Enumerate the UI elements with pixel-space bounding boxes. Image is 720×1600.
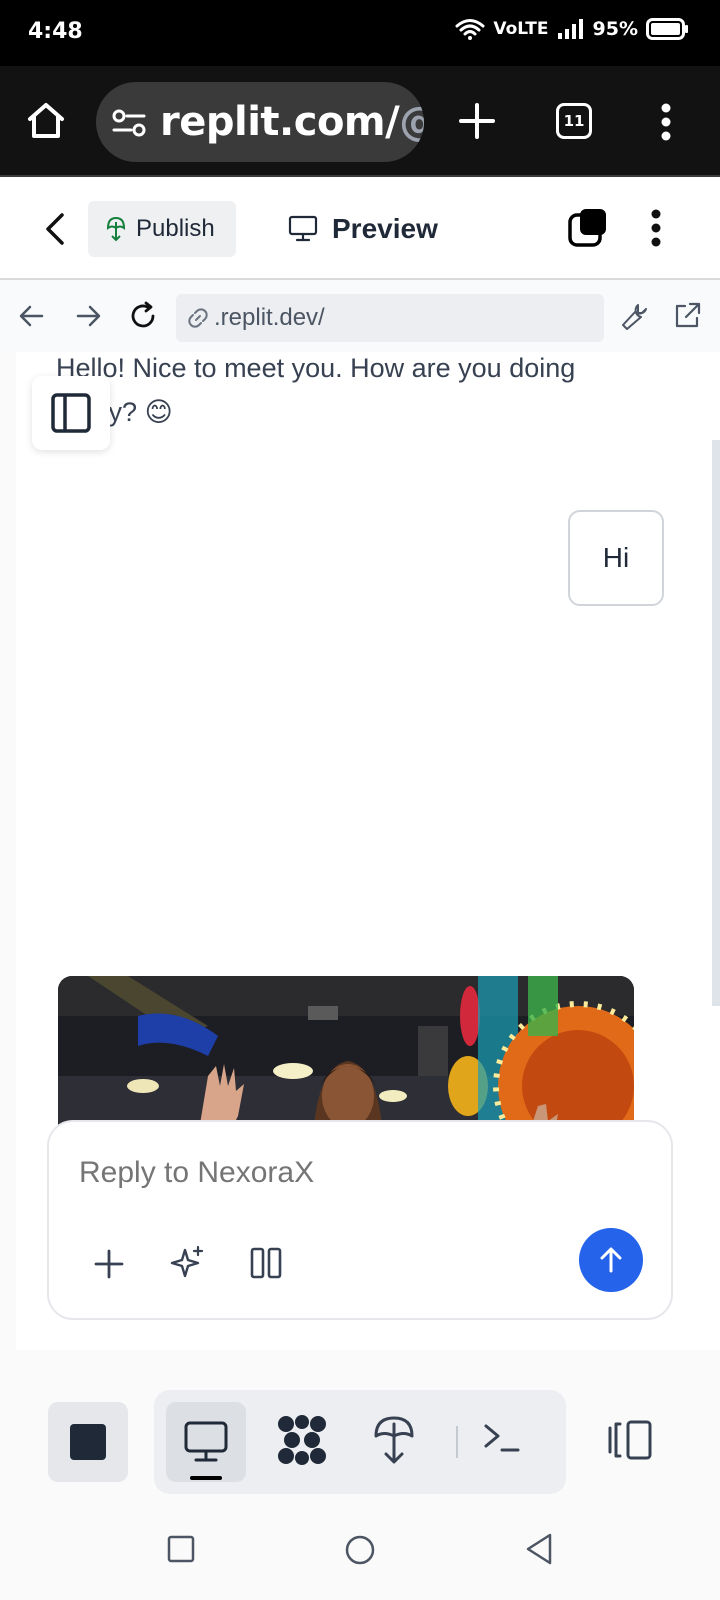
sidebar-icon bbox=[51, 393, 91, 433]
address-text: replit.com/@i bbox=[160, 99, 424, 145]
more-vert-icon[interactable] bbox=[660, 102, 672, 142]
url-path: @i bbox=[399, 99, 424, 145]
photo-image bbox=[58, 976, 634, 1136]
reply-input[interactable] bbox=[79, 1156, 599, 1190]
browser-toolbar: replit.com/@i 11 bbox=[0, 66, 720, 177]
preview-label: Preview bbox=[332, 213, 438, 244]
preview-tab[interactable]: Preview bbox=[288, 203, 438, 255]
publish-icon bbox=[106, 216, 126, 242]
sparkle-icon[interactable] bbox=[169, 1244, 207, 1282]
publish-label: Publish bbox=[136, 215, 215, 242]
arrow-left-icon[interactable] bbox=[18, 302, 46, 330]
back-icon[interactable] bbox=[42, 211, 66, 247]
system-nav-bar bbox=[0, 1520, 720, 1600]
arrow-up-icon bbox=[600, 1247, 622, 1273]
home-icon[interactable] bbox=[26, 100, 66, 140]
battery-icon bbox=[646, 18, 688, 40]
preview-nav-bar: .replit.dev/ bbox=[0, 280, 720, 352]
deploy-icon[interactable] bbox=[372, 1414, 416, 1466]
send-button[interactable] bbox=[579, 1228, 643, 1292]
signal-icon bbox=[557, 19, 583, 39]
preview-url-text: .replit.dev/ bbox=[214, 304, 325, 331]
workspace-menu-icon[interactable] bbox=[650, 209, 662, 247]
status-time: 4:48 bbox=[28, 19, 83, 44]
columns-icon[interactable] bbox=[249, 1246, 283, 1280]
external-link-icon[interactable] bbox=[672, 301, 702, 331]
active-tool-indicator bbox=[190, 1476, 222, 1480]
url-host: replit.com/ bbox=[160, 99, 400, 145]
wrench-icon[interactable] bbox=[620, 301, 650, 331]
shell-icon[interactable] bbox=[482, 1416, 522, 1460]
site-settings-icon[interactable] bbox=[112, 109, 146, 137]
reload-icon[interactable] bbox=[128, 301, 158, 331]
plus-icon[interactable] bbox=[93, 1248, 125, 1280]
home-circle-icon[interactable] bbox=[344, 1534, 376, 1566]
tool-divider bbox=[456, 1426, 458, 1458]
user-message: Hi bbox=[568, 510, 664, 606]
workspace-bottom-bar bbox=[0, 1350, 720, 1520]
reply-composer bbox=[47, 1120, 673, 1320]
assistant-message: Hello! Nice to meet you. How are you doi… bbox=[56, 353, 576, 427]
publish-button[interactable]: Publish bbox=[88, 201, 236, 257]
status-indicators: VoLTE 95% bbox=[455, 18, 690, 40]
wifi-icon bbox=[455, 19, 485, 40]
preview-url-field[interactable]: .replit.dev/ bbox=[176, 294, 604, 342]
status-bar: 4:48 VoLTE 95% bbox=[0, 0, 720, 66]
attached-photo[interactable] bbox=[58, 976, 634, 1136]
tabs-overview-icon[interactable] bbox=[568, 207, 608, 247]
address-bar[interactable]: replit.com/@i bbox=[96, 82, 424, 162]
preview-tool-button[interactable] bbox=[166, 1402, 246, 1482]
workspace-toolbar: Publish Preview bbox=[0, 177, 720, 280]
back-triangle-icon[interactable] bbox=[524, 1532, 554, 1566]
network-label: VoLTE bbox=[493, 19, 549, 39]
tab-switcher-button[interactable]: 11 bbox=[556, 103, 592, 139]
panel-layout-icon[interactable] bbox=[606, 1418, 654, 1462]
monitor-icon bbox=[184, 1421, 228, 1462]
battery-percent: 95% bbox=[592, 18, 638, 40]
scrollbar[interactable] bbox=[712, 440, 720, 1006]
agent-icon[interactable] bbox=[276, 1414, 328, 1466]
link-icon bbox=[188, 308, 208, 328]
arrow-right-icon[interactable] bbox=[74, 302, 102, 330]
recents-icon[interactable] bbox=[166, 1534, 196, 1564]
sidebar-toggle-button[interactable] bbox=[32, 376, 110, 450]
stop-icon bbox=[70, 1424, 106, 1460]
new-tab-icon[interactable] bbox=[457, 101, 497, 141]
monitor-icon bbox=[288, 215, 318, 242]
stop-button[interactable] bbox=[48, 1402, 128, 1482]
